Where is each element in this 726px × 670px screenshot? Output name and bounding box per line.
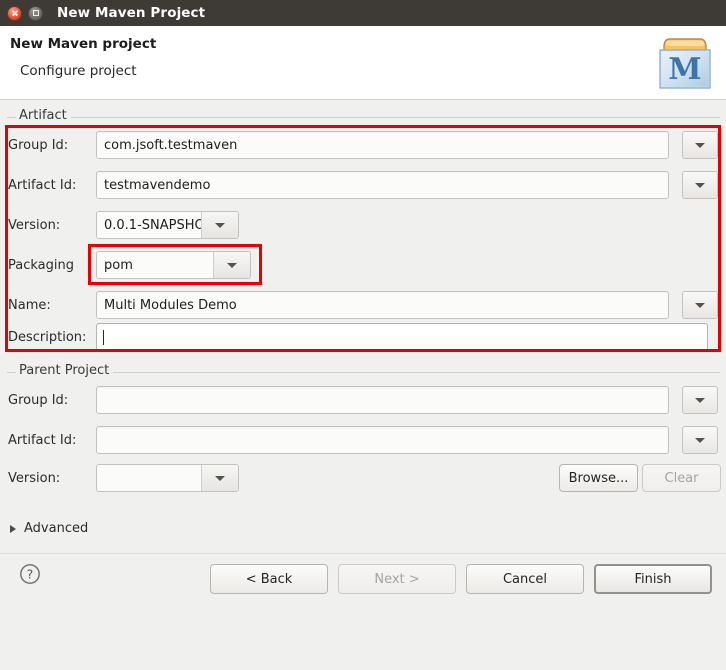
next-button: Next > (338, 564, 456, 594)
page-subtitle: Configure project (20, 63, 137, 79)
artifact-version-label: Version: (8, 217, 61, 233)
advanced-label: Advanced (24, 521, 89, 536)
artifact-group-legend: Artifact (16, 108, 71, 123)
maximize-icon[interactable] (28, 5, 43, 21)
cancel-button[interactable]: Cancel (466, 564, 584, 594)
parent-group-id-dropdown-button[interactable] (682, 386, 718, 414)
artifact-packaging-label: Packaging (8, 257, 74, 273)
chevron-down-icon (695, 437, 705, 443)
svg-text:?: ? (27, 567, 34, 582)
chevron-down-icon (695, 397, 705, 403)
parent-group-id-label: Group Id: (8, 392, 69, 408)
artifact-artifact-id-dropdown-button[interactable] (682, 171, 718, 199)
triangle-right-icon (10, 524, 16, 533)
chevron-down-icon (227, 262, 237, 268)
artifact-group-divider (7, 117, 720, 118)
help-question-icon[interactable]: ? (19, 563, 41, 585)
window-title: New Maven Project (57, 5, 206, 21)
artifact-description-label: Description: (8, 329, 87, 345)
parent-project-group-divider (7, 372, 720, 373)
parent-artifact-id-label: Artifact Id: (8, 432, 77, 448)
artifact-group-id-row: Group Id: com.jsoft.testmaven (0, 130, 716, 160)
parent-artifact-id-row: Artifact Id: (0, 425, 716, 455)
wizard-header: New Maven project Configure project M (0, 26, 726, 100)
artifact-artifact-id-row: Artifact Id: testmavendemo (0, 170, 716, 200)
wizard-body: Artifact Group Id: com.jsoft.testmaven A… (0, 100, 726, 612)
text-caret (103, 329, 104, 345)
chevron-down-icon (695, 142, 705, 148)
parent-version-combo[interactable] (96, 464, 239, 492)
artifact-description-row: Description: (0, 322, 708, 352)
artifact-artifact-id-input[interactable]: testmavendemo (96, 171, 669, 199)
parent-artifact-id-dropdown-button[interactable] (682, 426, 718, 454)
maven-logo-icon: M (659, 38, 711, 89)
artifact-group-id-dropdown-button[interactable] (682, 131, 718, 159)
artifact-version-dropdown-button[interactable] (201, 212, 238, 238)
parent-version-dropdown-button[interactable] (201, 465, 238, 491)
artifact-group-id-label: Group Id: (8, 137, 69, 153)
wizard-button-bar: < Back Next > Cancel Finish (210, 564, 712, 594)
artifact-name-label: Name: (8, 297, 51, 313)
window-titlebar: New Maven Project (0, 0, 726, 26)
artifact-description-input[interactable] (96, 323, 708, 351)
maven-logo-letter: M (668, 52, 701, 87)
parent-project-group-legend: Parent Project (16, 363, 114, 378)
artifact-packaging-value: pom (97, 252, 213, 278)
chevron-down-icon (215, 475, 225, 481)
parent-version-label: Version: (8, 470, 61, 486)
artifact-name-input[interactable]: Multi Modules Demo (96, 291, 669, 319)
artifact-name-dropdown-button[interactable] (682, 291, 718, 319)
page-title: New Maven project (10, 36, 157, 52)
finish-button[interactable]: Finish (594, 564, 712, 594)
chevron-down-icon (695, 182, 705, 188)
parent-group-id-input[interactable] (96, 386, 669, 414)
artifact-packaging-combo[interactable]: pom (96, 251, 251, 279)
browse-button[interactable]: Browse... (559, 464, 638, 492)
advanced-expander[interactable]: Advanced (10, 521, 88, 536)
chevron-down-icon (215, 222, 225, 228)
parent-group-id-row: Group Id: (0, 385, 716, 415)
artifact-version-combo[interactable]: 0.0.1-SNAPSHO (96, 211, 239, 239)
artifact-group-id-input[interactable]: com.jsoft.testmaven (96, 131, 669, 159)
back-button[interactable]: < Back (210, 564, 328, 594)
clear-button: Clear (642, 464, 721, 492)
artifact-version-row: Version: 0.0.1-SNAPSHO (0, 210, 239, 240)
artifact-version-value: 0.0.1-SNAPSHO (97, 212, 201, 238)
close-icon[interactable] (7, 5, 22, 21)
wizard-footer: ? < Back Next > Cancel Finish (0, 553, 726, 612)
parent-artifact-id-input[interactable] (96, 426, 669, 454)
chevron-down-icon (695, 302, 705, 308)
artifact-packaging-row: Packaging pom (0, 250, 251, 280)
parent-version-row: Version: (0, 463, 239, 493)
parent-version-value (97, 465, 201, 491)
artifact-packaging-dropdown-button[interactable] (213, 252, 250, 278)
artifact-artifact-id-label: Artifact Id: (8, 177, 77, 193)
artifact-name-row: Name: Multi Modules Demo (0, 290, 716, 320)
